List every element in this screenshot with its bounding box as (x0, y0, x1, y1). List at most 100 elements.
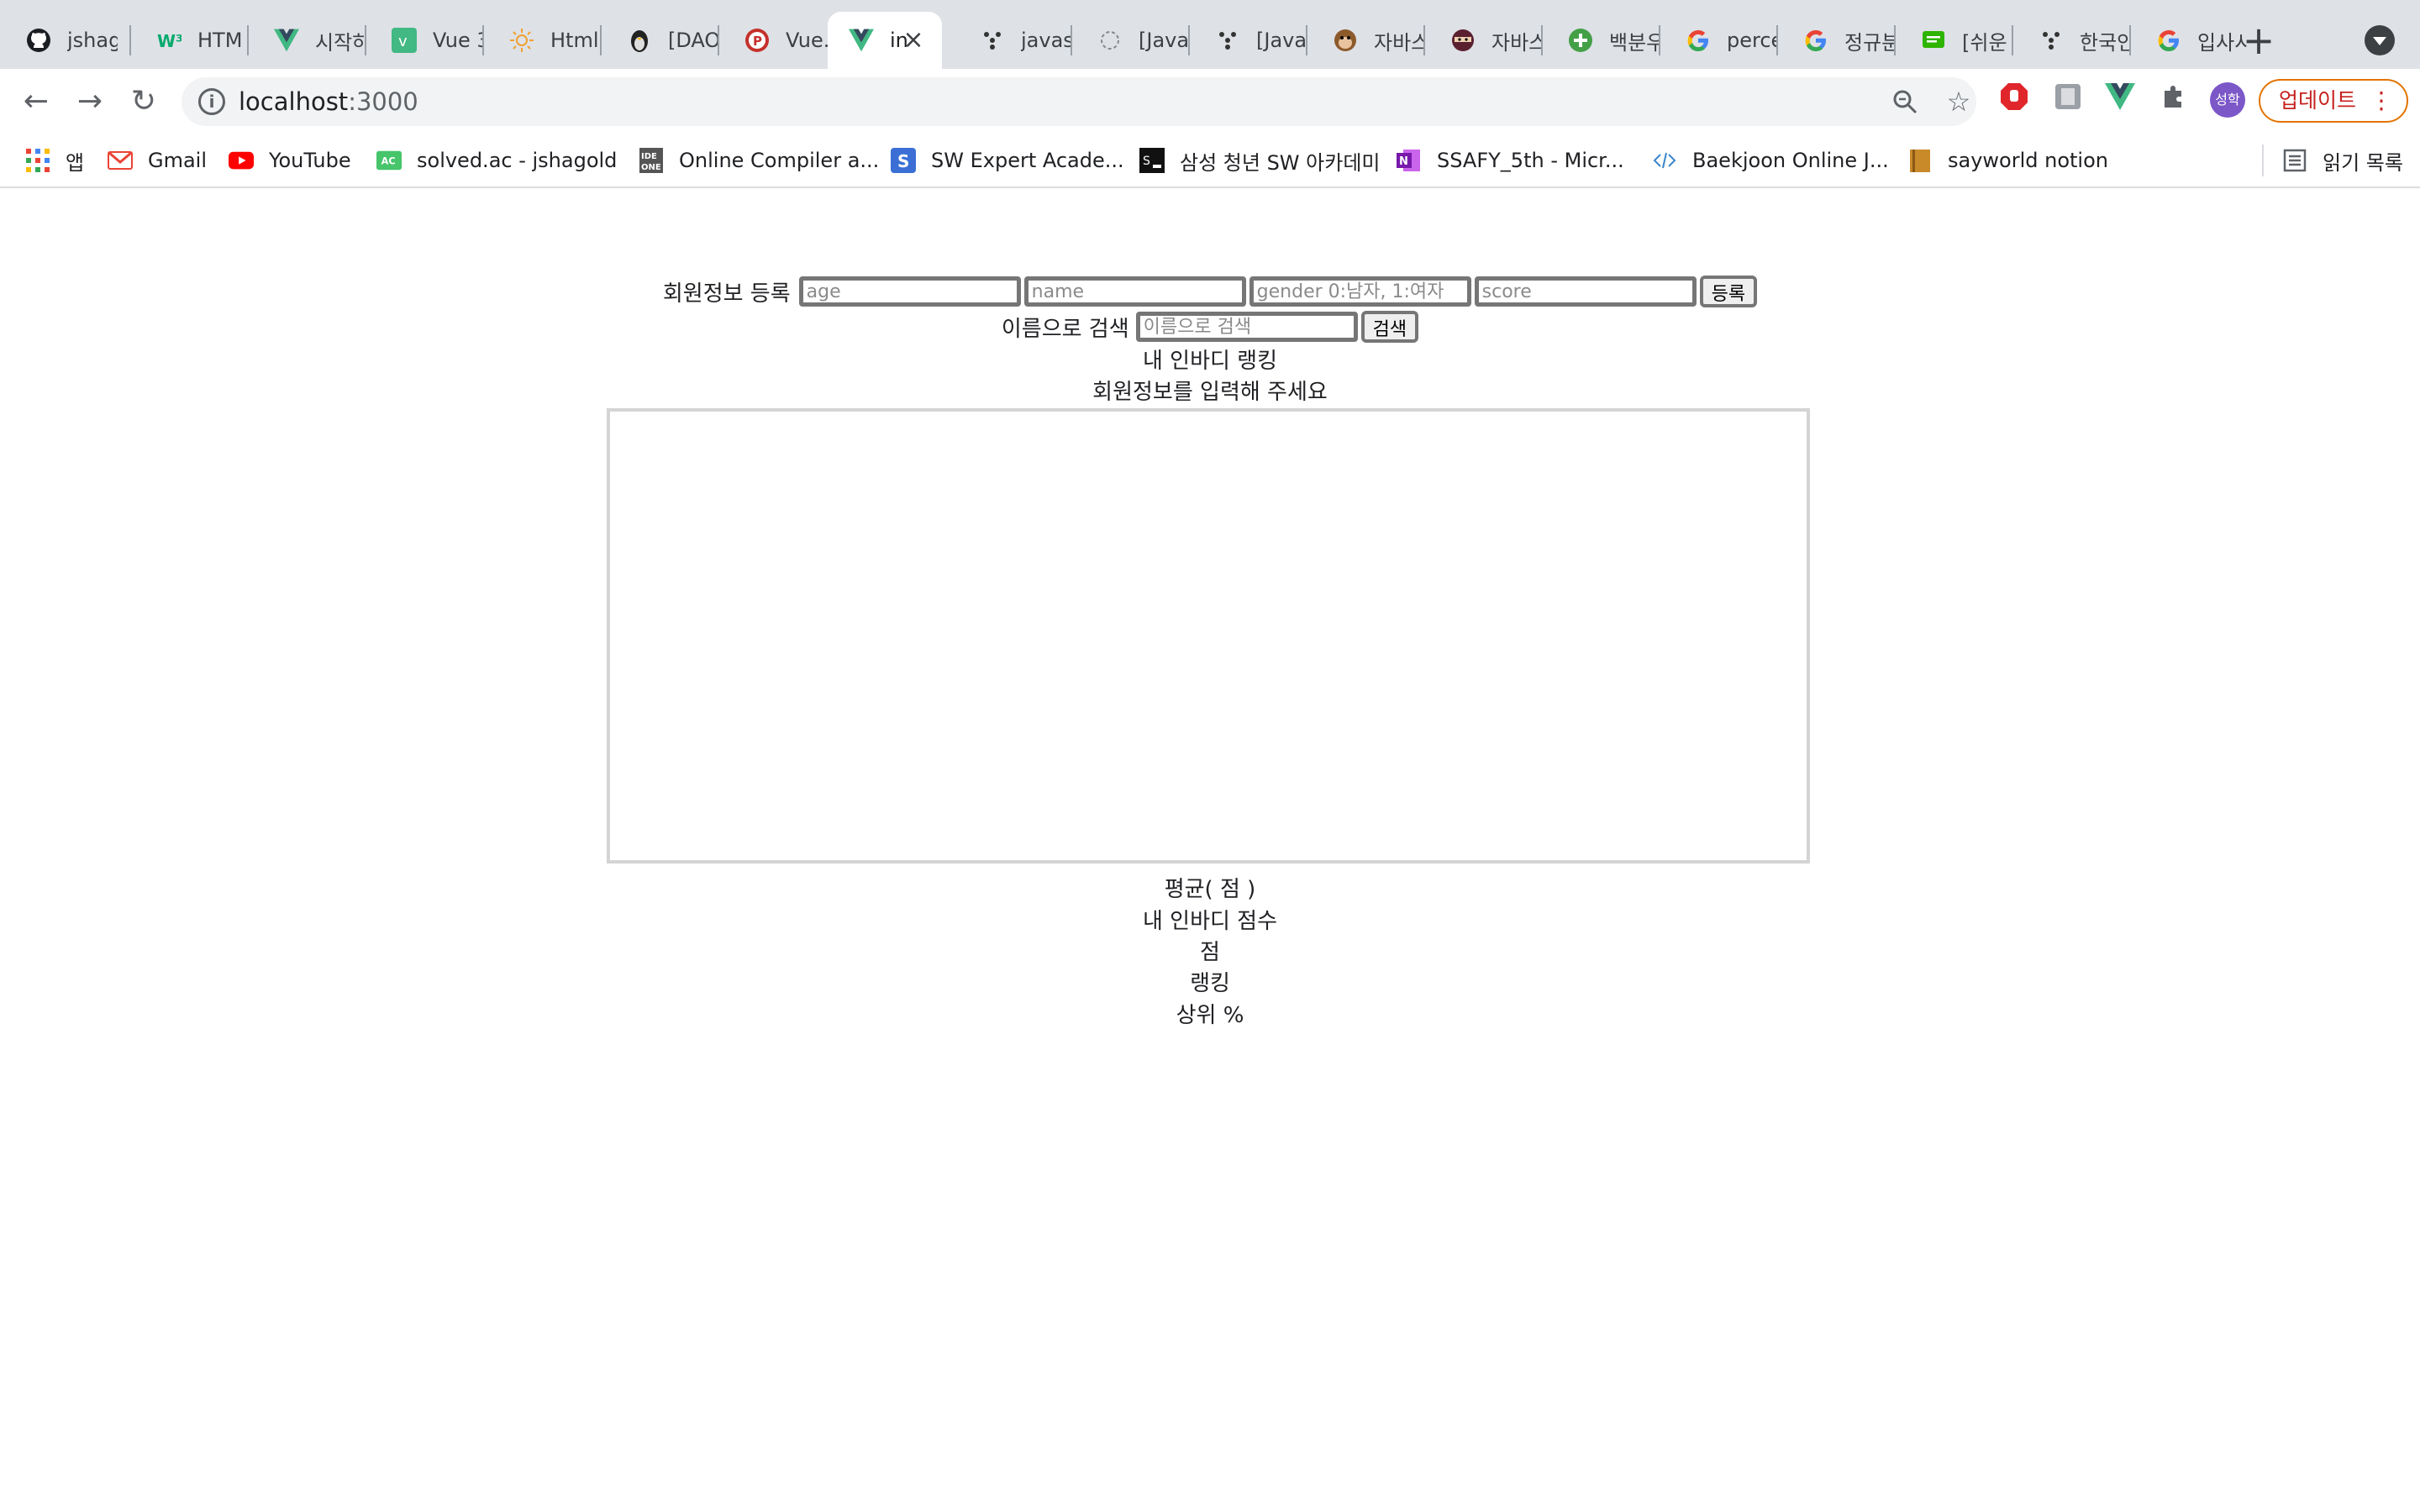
bookmark-item[interactable]: YouTube (229, 144, 351, 176)
monkey-icon (1332, 27, 1359, 54)
browser-tab[interactable]: 한국인 (2012, 12, 2130, 69)
search-button[interactable]: 검색 (1360, 311, 1419, 343)
bookmark-item[interactable]: Gmail (108, 144, 207, 176)
register-button[interactable]: 등록 (1699, 276, 1758, 307)
tab-label: 백분우 (1609, 30, 1660, 55)
solvedac-icon: AC (376, 148, 402, 173)
tab-label: [쉬운 (1962, 30, 2007, 55)
svg-text:S: S (1143, 155, 1150, 168)
dots-icon (979, 27, 1006, 54)
tab-separator (1188, 25, 1190, 55)
browser-tab[interactable]: 정규분 (1777, 12, 1895, 69)
browser-tab[interactable]: W³ HTM (130, 12, 248, 69)
bookmark-apps[interactable]: 앱 (25, 144, 84, 176)
bookmark-item[interactable]: N SSAFY_5th - Micr... (1397, 144, 1624, 176)
svg-text:IDE: IDE (641, 152, 657, 161)
browser-tab[interactable]: P Vue.j (718, 12, 836, 69)
tab-separator (129, 25, 131, 55)
tab-label: 자바스 (1374, 30, 1424, 55)
tab-label: 시작하 (315, 30, 366, 55)
spinner-icon (1097, 27, 1123, 54)
browser-tab[interactable]: [Java (1071, 12, 1189, 69)
vue-icon (848, 27, 875, 54)
browser-tab[interactable]: 시작하 (248, 12, 366, 69)
update-button[interactable]: 업데이트 ⋮ (2259, 79, 2408, 123)
bookmark-apps-label: 앱 (66, 150, 85, 175)
ssafy-icon: S (1139, 148, 1165, 173)
bookmark-item[interactable]: S SW Expert Acade... (891, 144, 1124, 176)
tab-separator (1659, 25, 1660, 55)
tab-search-icon[interactable] (2365, 25, 2395, 55)
tab-separator (1776, 25, 1778, 55)
bookmark-item[interactable]: sayworld notion (1907, 144, 2108, 176)
menu-dots-icon[interactable]: ⋮ (2370, 81, 2393, 121)
bookmark-label: solved.ac - jshagold (417, 149, 618, 172)
url-host: localhost (239, 87, 349, 116)
forward-button[interactable]: → (71, 82, 109, 121)
browser-tab[interactable]: [DAO (601, 12, 718, 69)
back-button[interactable]: ← (17, 82, 55, 121)
svg-text:N: N (1399, 155, 1408, 168)
tab-label: perce (1727, 29, 1777, 52)
browser-tab[interactable]: 자바스 (1307, 12, 1424, 69)
info-icon[interactable]: i (198, 88, 225, 115)
update-label: 업데이트 (2279, 88, 2357, 113)
apps-grid-icon (25, 148, 50, 173)
browser-tab[interactable]: perce (1660, 12, 1777, 69)
address-bar[interactable]: i localhost:3000 ☆ (182, 77, 1976, 126)
browser-tab[interactable]: in × (828, 12, 942, 69)
tab-strip: jshag W³ HTM 시작하 v Vue 3 Html [DAOPVue.jin× java… (0, 0, 2420, 69)
url-port: :3000 (348, 87, 418, 116)
my-ranking: 랭킹 (1190, 971, 1230, 996)
tab-separator (1894, 25, 1896, 55)
close-tab-icon[interactable]: × (900, 27, 927, 54)
average-score: 평균( 점 ) (1164, 877, 1256, 902)
search-form: 이름으로 검색 검색 (0, 311, 2420, 343)
url-text[interactable]: localhost:3000 (239, 87, 418, 116)
reload-button[interactable]: ↻ (124, 82, 163, 121)
bookmark-label: SSAFY_5th - Micr... (1437, 149, 1624, 172)
search-name-input[interactable] (1135, 312, 1358, 342)
browser-tab[interactable]: 입사시 (2130, 12, 2248, 69)
bookmark-item[interactable]: IDE ONE Online Compiler a... (639, 144, 879, 176)
top-percent: 상위 % (1176, 1003, 1244, 1028)
my-score-title: 내 인바디 점수 (1142, 909, 1278, 934)
w3schools-icon: W³ (155, 27, 182, 54)
browser-tab[interactable]: jshag (0, 12, 118, 69)
age-input[interactable] (798, 276, 1021, 307)
score-input[interactable] (1474, 276, 1697, 307)
bookmark-label: 삼성 청년 SW 아카데미 (1180, 150, 1381, 175)
browser-tab[interactable]: [쉬운 (1895, 12, 2012, 69)
browser-tab[interactable]: v Vue 3 (366, 12, 483, 69)
google-icon (2155, 27, 2182, 54)
vue-devtools-icon[interactable] (2104, 81, 2136, 113)
name-input[interactable] (1023, 276, 1246, 307)
reading-list-icon (2282, 148, 2307, 173)
new-tab-button[interactable]: + (2235, 18, 2282, 66)
profile-avatar[interactable]: 성학 (2210, 82, 2245, 118)
bookmark-item[interactable]: Baekjoon Online J... (1652, 144, 1889, 176)
bookmark-star-icon[interactable]: ☆ (1944, 87, 1973, 116)
browser-tab[interactable]: 백분우 (1542, 12, 1660, 69)
dots-icon (2038, 27, 2065, 54)
extensions-puzzle-icon[interactable] (2158, 81, 2190, 113)
bookmark-item[interactable]: S 삼성 청년 SW 아카데미 (1139, 144, 1381, 176)
notion-icon (1907, 148, 1933, 173)
adblock-extension-icon[interactable] (1998, 81, 2030, 113)
tab-label: [DAO (668, 29, 718, 52)
bookmark-item[interactable]: AC solved.ac - jshagold (376, 144, 617, 176)
browser-tab[interactable]: 자바스 (1424, 12, 1542, 69)
extension-grey-icon[interactable] (2052, 81, 2084, 113)
browser-tab[interactable]: Html (483, 12, 601, 69)
ninja-icon (1449, 27, 1476, 54)
tab-label: jshag (67, 29, 118, 52)
browser-tab[interactable]: [Java (1189, 12, 1307, 69)
browser-tab[interactable]: javas (954, 12, 1071, 69)
google-icon (1802, 27, 1829, 54)
reading-list-label: 읽기 목록 (2323, 150, 2403, 175)
reading-list[interactable]: 읽기 목록 (2282, 144, 2403, 176)
google-icon (1685, 27, 1712, 54)
tab-separator (1541, 25, 1543, 55)
zoom-icon[interactable] (1891, 87, 1919, 116)
gender-input[interactable] (1249, 276, 1471, 307)
